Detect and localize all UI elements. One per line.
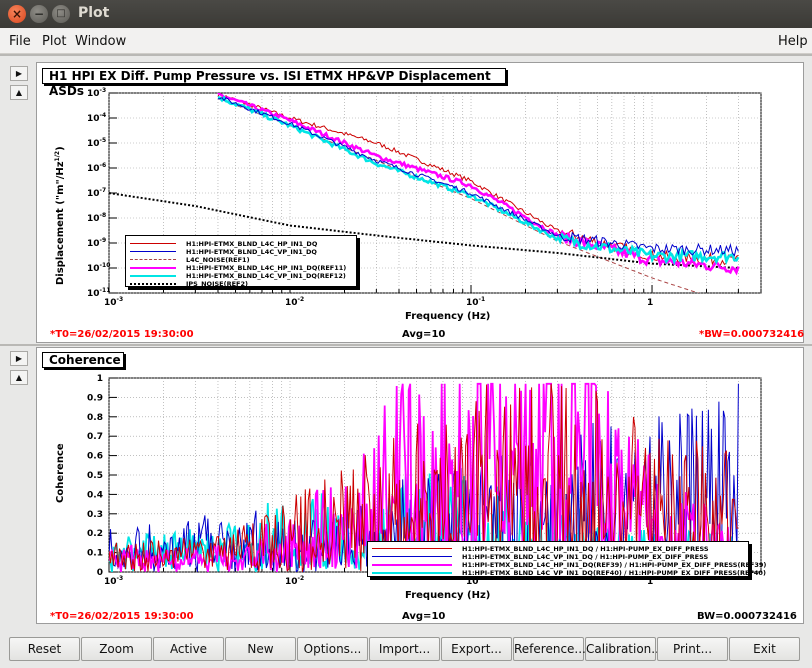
zoom-button[interactable]: Zoom bbox=[81, 637, 152, 661]
y-tick-label: 0.5 bbox=[87, 471, 103, 481]
minimize-window-button[interactable]: − bbox=[30, 5, 48, 23]
top-avg-label: Avg=10 bbox=[402, 329, 446, 340]
legend-swatch bbox=[130, 266, 176, 269]
y-tick-label: 0.7 bbox=[87, 432, 103, 442]
x-tick-label: 10-2 bbox=[285, 296, 304, 308]
y-tick-label: 10-5 bbox=[87, 137, 106, 149]
button-bar: Reset Zoom Active New Options... Import... Exp… bbox=[0, 632, 812, 668]
y-tick-label: 10-3 bbox=[87, 87, 106, 99]
menubar: File Plot Window Help bbox=[0, 28, 812, 54]
asd-plot: 10-3 10-2 10-1 1 10-3 10-4 10-5 10-6 10-7 10-8 10-… bbox=[54, 87, 762, 322]
calibration-button[interactable]: Calibration... bbox=[585, 637, 663, 661]
divider bbox=[0, 54, 812, 56]
x-tick-label: 10-3 bbox=[104, 575, 123, 587]
menu-help[interactable]: Help bbox=[778, 34, 808, 49]
y-tick-label: 0.8 bbox=[87, 413, 103, 423]
x-axis-label: Frequency (Hz) bbox=[405, 590, 490, 601]
active-button[interactable]: Active bbox=[153, 637, 224, 661]
y-tick-label: 0.4 bbox=[87, 490, 103, 500]
coherence-plot: 10-3 10-2 10-1 110.90.80.70.60.50.40.30.20.… bbox=[55, 374, 762, 601]
y-tick-label: 0.3 bbox=[87, 510, 103, 520]
expand-arrow-icon[interactable]: ▶ bbox=[10, 66, 28, 81]
menu-file[interactable]: File bbox=[9, 34, 31, 49]
print-button[interactable]: Print... bbox=[657, 637, 728, 661]
legend-swatch bbox=[372, 563, 452, 566]
expand-arrow-icon[interactable]: ▶ bbox=[10, 351, 28, 366]
bottom-legend: H1:HPI-ETMX_BLND_L4C_HP_IN1_DQ / H1:HPI-… bbox=[367, 541, 766, 577]
legend-swatch bbox=[130, 243, 176, 244]
y-tick-label: 10-7 bbox=[87, 187, 106, 199]
x-tick-label: 10-2 bbox=[285, 575, 304, 587]
legend-swatch bbox=[372, 571, 452, 574]
export-button[interactable]: Export... bbox=[441, 637, 512, 661]
options-button[interactable]: Options... bbox=[297, 637, 368, 661]
import-button[interactable]: Import... bbox=[369, 637, 440, 661]
bottom-avg-label: Avg=10 bbox=[402, 611, 446, 622]
y-tick-label: 10-6 bbox=[87, 162, 106, 174]
y-tick-label: 1 bbox=[97, 374, 103, 384]
collapse-arrow-icon[interactable]: ▲ bbox=[10, 370, 28, 385]
reset-button[interactable]: Reset bbox=[9, 637, 80, 661]
y-tick-label: 0.1 bbox=[87, 549, 103, 559]
plot-pad-bottom[interactable]: Coherence 10-3 10-2 10-1 1 1 0.9 0.8 0.7 0.6 0.5 0… bbox=[36, 347, 804, 624]
y-tick-label: 0.6 bbox=[87, 452, 103, 462]
y-tick-label: 0.9 bbox=[87, 393, 103, 403]
x-axis-label: Frequency (Hz) bbox=[405, 311, 490, 322]
new-button[interactable]: New bbox=[225, 637, 296, 661]
y-tick-label: 0 bbox=[97, 568, 103, 578]
plot-pad-top[interactable]: H1 HPI EX Diff. Pump Pressure vs. ISI ET… bbox=[36, 62, 804, 343]
window-titlebar: × − □ Plot bbox=[0, 0, 812, 28]
top-t0-label: *T0=26/02/2015 19:30:00 bbox=[50, 329, 194, 340]
x-tick-label: 1 bbox=[647, 298, 653, 308]
top-legend: H1:HPI-ETMX_BLND_L4C_HP_IN1_DQ H1:HPI-ETM… bbox=[125, 235, 357, 288]
x-tick-label: 1 bbox=[647, 577, 653, 587]
bottom-t0-label: *T0=26/02/2015 19:30:00 bbox=[50, 611, 194, 622]
maximize-window-button[interactable]: □ bbox=[52, 5, 70, 23]
y-axis-label: Coherence bbox=[55, 443, 66, 503]
divider bbox=[0, 344, 812, 346]
reference-button[interactable]: Reference... bbox=[513, 637, 586, 661]
top-bw-label: *BW=0.000732416 bbox=[699, 329, 805, 340]
y-axis-label: Displacement ("m"/Hz1/2) bbox=[54, 146, 66, 285]
menu-window[interactable]: Window bbox=[75, 34, 126, 49]
close-window-button[interactable]: × bbox=[8, 5, 26, 23]
x-tick-label: 10-1 bbox=[466, 296, 485, 308]
legend-entry: IPS_NOISE(REF2) bbox=[130, 279, 248, 288]
legend-label: IPS_NOISE(REF2) bbox=[186, 279, 248, 288]
legend-swatch bbox=[130, 282, 176, 285]
legend-swatch bbox=[130, 251, 176, 252]
main-area: ▶ ▲ H1 HPI EX Diff. Pump Pressure vs. IS… bbox=[0, 54, 812, 668]
legend-label: H1:HPI-ETMX_BLND_L4C_VP_IN1_DQ(REF40) / … bbox=[462, 568, 766, 577]
menu-plot[interactable]: Plot bbox=[42, 34, 67, 49]
legend-swatch bbox=[372, 556, 452, 557]
bottom-bw-label: BW=0.000732416 bbox=[697, 611, 797, 622]
y-tick-label: 10-9 bbox=[87, 237, 106, 249]
y-tick-label: 10-4 bbox=[87, 112, 106, 124]
exit-button[interactable]: Exit bbox=[729, 637, 800, 661]
legend-swatch bbox=[372, 548, 452, 549]
legend-swatch bbox=[130, 274, 176, 277]
window-title: Plot bbox=[78, 5, 110, 21]
x-tick-label: 10-3 bbox=[104, 296, 123, 308]
y-tick-label: 10-10 bbox=[87, 262, 110, 274]
collapse-arrow-icon[interactable]: ▲ bbox=[10, 85, 28, 100]
y-tick-label: 0.2 bbox=[87, 529, 103, 539]
legend-swatch bbox=[130, 259, 176, 260]
y-tick-label: 10-8 bbox=[87, 212, 106, 224]
legend-entry: H1:HPI-ETMX_BLND_L4C_VP_IN1_DQ(REF40) / … bbox=[372, 568, 766, 577]
